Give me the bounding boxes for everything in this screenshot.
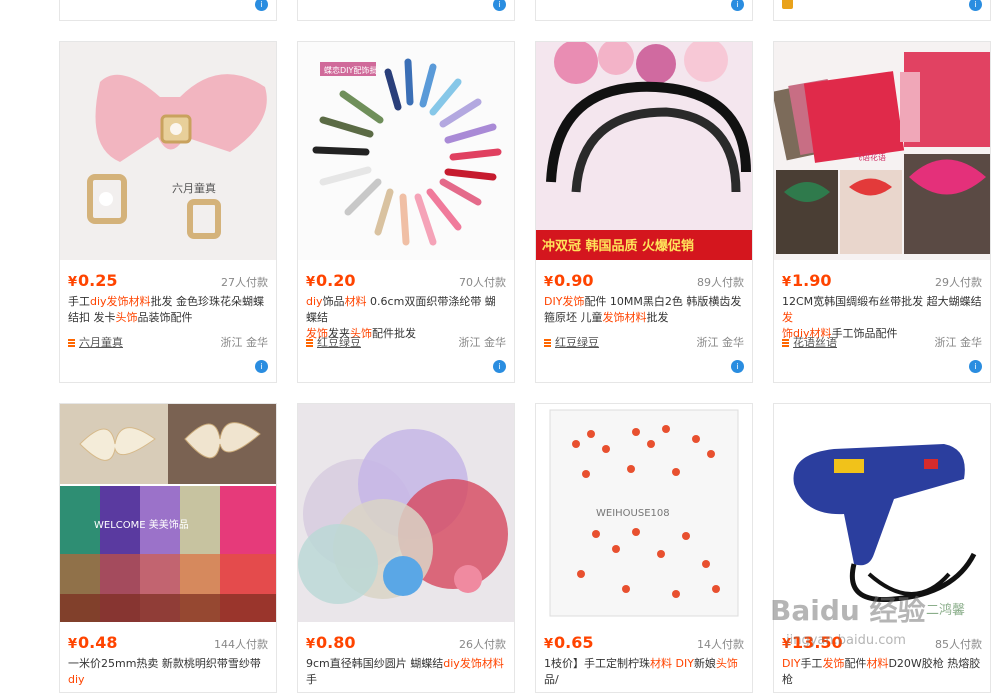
shop-icon bbox=[306, 339, 313, 347]
image-caption: 六月童真 bbox=[172, 181, 216, 195]
shop-icon bbox=[782, 339, 789, 347]
sold-count: 89人付款 bbox=[697, 276, 744, 289]
product-title[interactable]: 9cm直径韩国纱圆片 蝴蝶结diy发饰材料 手 bbox=[306, 656, 506, 688]
shop-badge-icon bbox=[782, 0, 793, 9]
price: ¥1.90 bbox=[782, 271, 832, 290]
product-title[interactable]: 手工diy发饰材料批发 金色珍珠花朵蝴蝶结扣 发卡头饰品装饰配件 bbox=[68, 294, 268, 326]
product-image[interactable]: 蝶恋DIY配饰批发 bbox=[298, 42, 514, 260]
product-title[interactable]: 1枝价】手工定制柠珠材料 DIY新娘头饰品/ bbox=[544, 656, 744, 688]
product-image[interactable]: WEIHOUSE108 bbox=[536, 404, 752, 622]
top-card-1: i bbox=[59, 0, 277, 21]
shop-icon bbox=[68, 339, 75, 347]
product-image[interactable]: 六月童真 bbox=[60, 42, 276, 260]
wangwang-icon[interactable]: i bbox=[493, 0, 506, 11]
top-card-4: i bbox=[773, 0, 991, 21]
product-image[interactable]: WELCOME 美美饰品 bbox=[60, 404, 276, 622]
product-image[interactable]: 飞语花语 bbox=[774, 42, 990, 260]
product-card[interactable]: 蝶恋DIY配饰批发 ¥0.20 70人付款 diy饰品材料 0.6cm双面织带涤… bbox=[297, 41, 515, 383]
shop-link[interactable]: 红豆绿豆 bbox=[306, 334, 361, 350]
product-card[interactable]: 冲双冠 韩国品质 火爆促销 ¥0.90 89人付款 DIY发饰配件 10MM黑白… bbox=[535, 41, 753, 383]
sold-count: 29人付款 bbox=[935, 276, 982, 289]
wangwang-icon[interactable]: i bbox=[255, 360, 268, 373]
product-card[interactable]: WEIHOUSE108 ¥0.65 14人付款 1枝价】手工定制柠珠材料 DIY… bbox=[535, 403, 753, 693]
product-image[interactable] bbox=[298, 404, 514, 622]
shop-link[interactable]: 六月童真 bbox=[68, 334, 123, 350]
sold-count: 144人付款 bbox=[214, 638, 268, 651]
wangwang-icon[interactable]: i bbox=[731, 0, 744, 11]
location: 浙江 金华 bbox=[934, 336, 983, 349]
product-image[interactable]: 冲双冠 韩国品质 火爆促销 bbox=[536, 42, 752, 260]
shop-link[interactable]: 花语丝语 bbox=[782, 334, 837, 350]
watermark-sub: jingyan.baidu.com bbox=[785, 633, 906, 648]
price: ¥0.90 bbox=[544, 271, 594, 290]
wangwang-icon[interactable]: i bbox=[493, 360, 506, 373]
product-card[interactable]: 六月童真 ¥0.25 27人付款 手工diy发饰材料批发 金色珍珠花朵蝴蝶结扣 … bbox=[59, 41, 277, 383]
watermark-extra: 二鸿馨 bbox=[926, 602, 965, 618]
price: ¥0.25 bbox=[68, 271, 118, 290]
sold-count: 27人付款 bbox=[221, 276, 268, 289]
wangwang-icon[interactable]: i bbox=[255, 0, 268, 11]
sold-count: 70人付款 bbox=[459, 276, 506, 289]
top-card-3: i bbox=[535, 0, 753, 21]
product-title[interactable]: DIY发饰配件 10MM黑白2色 韩版横齿发箍原坯 儿童发饰材料批发 bbox=[544, 294, 744, 326]
price: ¥0.20 bbox=[306, 271, 356, 290]
wangwang-icon[interactable]: i bbox=[969, 360, 982, 373]
shop-link[interactable]: 红豆绿豆 bbox=[544, 334, 599, 350]
location: 浙江 金华 bbox=[220, 336, 269, 349]
wangwang-icon[interactable]: i bbox=[969, 0, 982, 11]
location: 浙江 金华 bbox=[458, 336, 507, 349]
wangwang-icon[interactable]: i bbox=[731, 360, 744, 373]
price: ¥0.48 bbox=[68, 633, 118, 652]
shop-icon bbox=[544, 339, 551, 347]
baidu-watermark: Baidu 经验 二鸿馨 jingyan.baidu.com bbox=[766, 588, 996, 660]
price: ¥0.80 bbox=[306, 633, 356, 652]
product-card[interactable]: ¥0.80 26人付款 9cm直径韩国纱圆片 蝴蝶结diy发饰材料 手 bbox=[297, 403, 515, 693]
image-caption: WEIHOUSE108 bbox=[596, 508, 670, 519]
watermark-text: Baidu 经验 bbox=[770, 594, 926, 627]
price: ¥0.65 bbox=[544, 633, 594, 652]
sold-count: 26人付款 bbox=[459, 638, 506, 651]
image-caption: WELCOME 美美饰品 bbox=[94, 518, 189, 531]
product-card[interactable]: WELCOME 美美饰品 ¥0.48 144人付款 一米价25mm热卖 新款桃明… bbox=[59, 403, 277, 693]
product-card[interactable]: 飞语花语 ¥1.90 29人付款 12CM宽韩国绸缎布丝带批发 超大蝴蝶结发 饰d… bbox=[773, 41, 991, 383]
image-caption: 冲双冠 韩国品质 火爆促销 bbox=[542, 238, 694, 254]
product-title[interactable]: 一米价25mm热卖 新款桃明织带雪纱带diy bbox=[68, 656, 268, 688]
image-caption: 飞语花语 bbox=[854, 152, 886, 162]
image-caption: 蝶恋DIY配饰批发 bbox=[324, 65, 385, 75]
product-title[interactable]: DIY手工发饰配件材料D20W胶枪 热熔胶枪 bbox=[782, 656, 982, 688]
location: 浙江 金华 bbox=[696, 336, 745, 349]
top-card-2: i bbox=[297, 0, 515, 21]
sold-count: 14人付款 bbox=[697, 638, 744, 651]
